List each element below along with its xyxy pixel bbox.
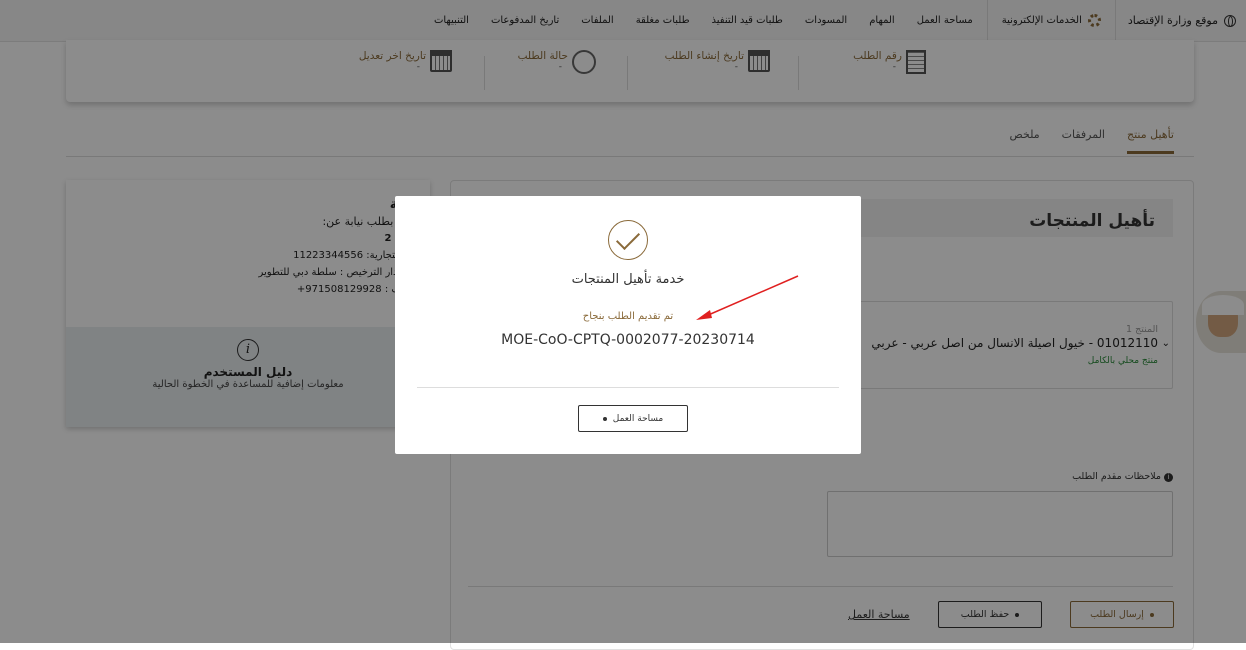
annotation-arrow <box>696 275 799 320</box>
reference-number: MOE-CoO-CPTQ-0002077-20230714 <box>501 332 755 348</box>
arrow-icon <box>602 416 607 421</box>
workspace-button-label: مساحة العمل <box>612 413 664 424</box>
dialog-divider <box>417 387 839 388</box>
check-icon <box>608 220 648 260</box>
workspace-button[interactable]: مساحة العمل <box>578 405 688 432</box>
